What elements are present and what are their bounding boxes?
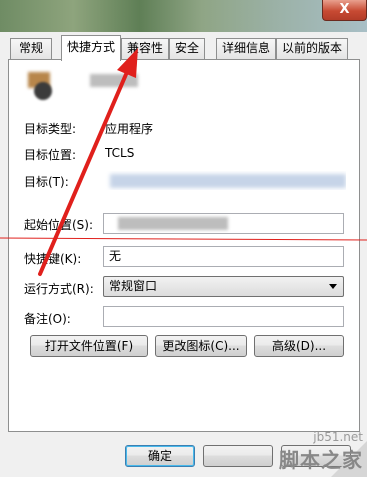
tab-security[interactable]: 安全 (169, 38, 205, 59)
target-input[interactable] (103, 170, 347, 191)
start-in-input[interactable] (103, 213, 344, 234)
shortcut-key-input[interactable]: 无 (103, 246, 344, 267)
open-file-location-button[interactable]: 打开文件位置(F) (30, 335, 148, 357)
title-bar (0, 0, 367, 32)
target-location-value: TCLS (105, 146, 135, 160)
separator-middle (18, 201, 343, 202)
app-name-blurred (90, 74, 138, 87)
tab-compatibility[interactable]: 兼容性 (121, 38, 169, 59)
close-icon: X (339, 2, 350, 17)
run-select-value: 常规窗口 (109, 279, 158, 293)
run-label: 运行方式(R): (24, 282, 94, 296)
target-label: 目标(T): (24, 175, 69, 189)
tab-shortcut[interactable]: 快捷方式 (61, 35, 121, 61)
app-icon (28, 72, 54, 100)
shortcut-key-label: 快捷键(K): (24, 252, 82, 266)
separator-top (18, 109, 343, 110)
target-type-label: 目标类型: (24, 122, 77, 136)
chevron-down-icon (329, 284, 337, 289)
start-in-label: 起始位置(S): (24, 218, 94, 232)
comment-input[interactable] (103, 306, 344, 327)
close-button[interactable]: X (322, 0, 367, 21)
ok-button[interactable]: 确定 (125, 445, 195, 467)
watermark: jb51.net 脚本之家 (279, 430, 363, 473)
watermark-name: 脚本之家 (279, 448, 363, 472)
target-value-blurred (110, 174, 346, 188)
target-location-label: 目标位置: (24, 148, 77, 162)
advanced-button[interactable]: 高级(D)... (254, 335, 344, 357)
comment-label: 备注(O): (24, 312, 71, 326)
tab-details[interactable]: 详细信息 (216, 38, 276, 59)
tab-general[interactable]: 常规 (10, 38, 52, 59)
run-select[interactable]: 常规窗口 (103, 276, 344, 297)
cancel-button[interactable] (203, 445, 273, 467)
change-icon-button[interactable]: 更改图标(C)... (155, 335, 247, 357)
watermark-url: jb51.net (313, 430, 363, 444)
target-type-value: 应用程序 (105, 122, 154, 136)
tab-previous-versions[interactable]: 以前的版本 (276, 38, 348, 59)
start-in-value-blurred (118, 217, 228, 230)
